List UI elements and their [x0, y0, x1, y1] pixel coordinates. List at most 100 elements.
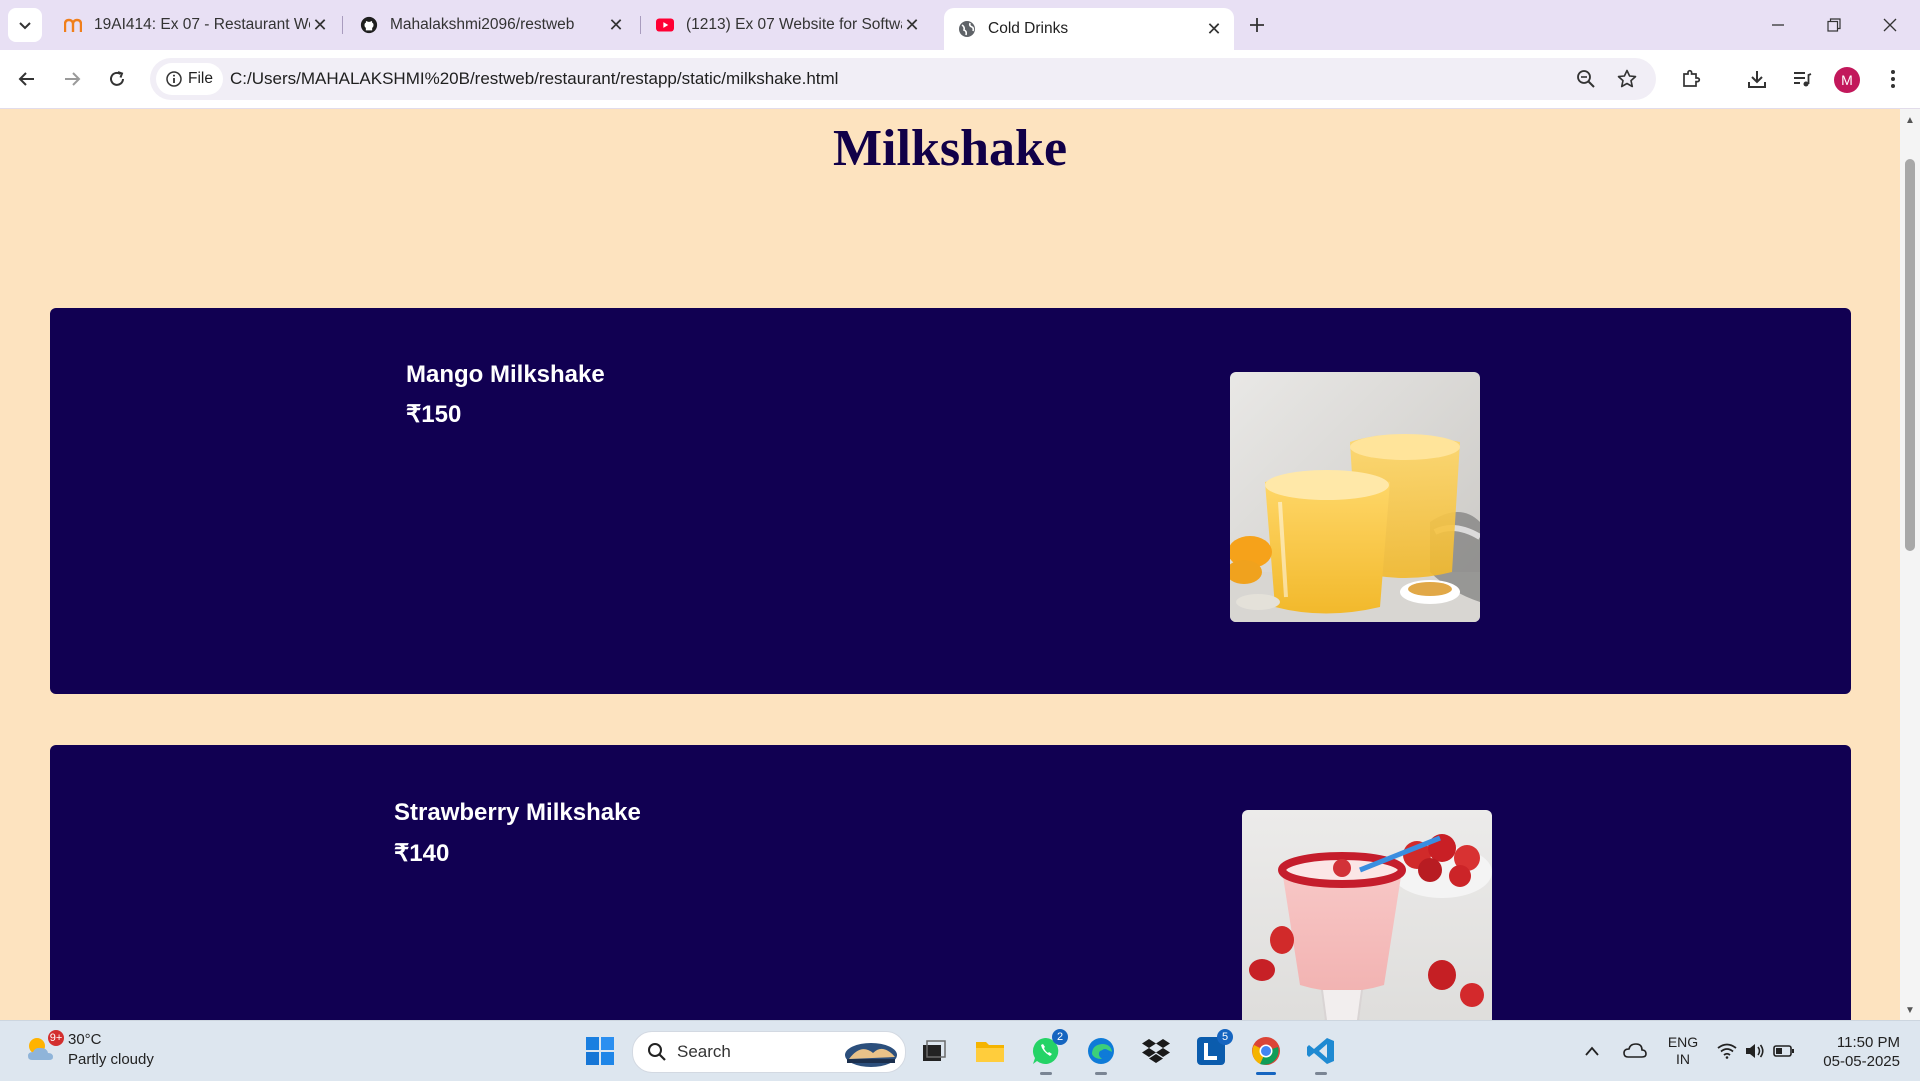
- info-icon: [166, 71, 182, 87]
- task-view-icon: [923, 1040, 946, 1061]
- forward-button[interactable]: [54, 61, 90, 97]
- running-indicator: [1315, 1072, 1327, 1075]
- chevron-up-icon: [1585, 1046, 1599, 1056]
- wifi-icon: [1717, 1043, 1737, 1059]
- url-text[interactable]: C:/Users/MAHALAKSHMI%20B/restweb/restaur…: [230, 69, 838, 89]
- github-icon: [360, 16, 378, 34]
- close-icon[interactable]: ✕: [310, 15, 330, 35]
- puzzle-icon: [1683, 69, 1701, 87]
- scroll-down-icon[interactable]: ▼: [1904, 1005, 1916, 1016]
- edge-icon: [1088, 1038, 1114, 1064]
- restore-icon: [1827, 18, 1841, 32]
- plus-icon: [1250, 18, 1264, 32]
- reload-icon: [110, 71, 124, 86]
- address-bar[interactable]: File C:/Users/MAHALAKSHMI%20B/restweb/re…: [150, 58, 1656, 100]
- item-name: Mango Milkshake: [406, 361, 605, 388]
- taskbar-clock[interactable]: 11:50 PM 05-05-2025: [1810, 1033, 1900, 1071]
- arrow-left-icon: [18, 72, 34, 86]
- close-window-button[interactable]: [1862, 0, 1918, 50]
- chip-label: File: [188, 70, 213, 87]
- downloads-button[interactable]: [1739, 61, 1775, 97]
- youtube-icon: [656, 16, 674, 34]
- l-app-button[interactable]: 5: [1191, 1029, 1233, 1071]
- vscode-icon: [1307, 1038, 1334, 1064]
- web-page: Milkshake Mango Milkshake ₹150 Strawberr…: [0, 109, 1900, 1020]
- minimize-icon: [1772, 24, 1784, 26]
- reload-button[interactable]: [99, 61, 135, 97]
- tab-search-button[interactable]: [8, 8, 42, 42]
- tab-title: Cold Drinks: [988, 20, 1069, 37]
- restore-button[interactable]: [1806, 0, 1862, 50]
- windows-taskbar: 9+ 30°C Partly cloudy Search 2 5 ENG IN …: [0, 1020, 1920, 1081]
- zoom-icon[interactable]: [1572, 65, 1600, 93]
- vertical-scrollbar[interactable]: ▲ ▼: [1900, 109, 1920, 1020]
- tab-title: 19AI414: Ex 07 - Restaurant We: [94, 16, 310, 33]
- windows-logo-icon: [586, 1037, 614, 1065]
- file-explorer-button[interactable]: [970, 1031, 1010, 1071]
- task-view-button[interactable]: [914, 1031, 954, 1071]
- extensions-button[interactable]: [1673, 61, 1709, 97]
- more-vertical-icon: [1891, 70, 1895, 88]
- profile-avatar[interactable]: M: [1834, 67, 1860, 93]
- chrome-button[interactable]: [1246, 1031, 1286, 1075]
- scrollbar-thumb[interactable]: [1905, 159, 1915, 551]
- clock-time: 11:50 PM: [1836, 1034, 1900, 1051]
- weather-condition: Partly cloudy: [68, 1051, 154, 1068]
- dropbox-button[interactable]: [1136, 1031, 1176, 1071]
- weather-temp: 30°C: [68, 1031, 102, 1048]
- globe-icon: [958, 20, 976, 38]
- close-icon[interactable]: ✕: [1204, 19, 1224, 39]
- lang-bottom: IN: [1676, 1051, 1690, 1067]
- download-icon: [1748, 71, 1766, 88]
- start-button[interactable]: [580, 1031, 620, 1071]
- whatsapp-badge: 2: [1052, 1029, 1068, 1045]
- close-icon[interactable]: ✕: [902, 15, 922, 35]
- minimize-button[interactable]: [1750, 0, 1806, 50]
- tab-github[interactable]: Mahalakshmi2096/restweb ✕: [346, 8, 636, 42]
- search-label: Search: [677, 1042, 731, 1061]
- tab-title: Mahalakshmi2096/restweb: [390, 16, 575, 33]
- close-icon[interactable]: ✕: [606, 15, 626, 35]
- tab-divider: [342, 16, 343, 34]
- site-info-chip[interactable]: File: [156, 63, 223, 95]
- bookmark-star-icon[interactable]: [1613, 65, 1641, 93]
- volume-icon: [1746, 1044, 1764, 1058]
- taskbar-search[interactable]: Search: [632, 1031, 906, 1073]
- item-price: ₹140: [394, 840, 450, 867]
- search-highlight-icon: [845, 1043, 897, 1067]
- onedrive-tray[interactable]: [1620, 1021, 1650, 1081]
- browser-menu-button[interactable]: [1875, 61, 1911, 97]
- cloud-sync-icon: [1623, 1043, 1647, 1058]
- weather-widget[interactable]: 9+ 30°C Partly cloudy: [24, 1030, 154, 1070]
- close-icon: [1883, 18, 1897, 32]
- arrow-right-icon: [65, 72, 81, 86]
- l-app-badge: 5: [1217, 1029, 1233, 1045]
- folder-icon: [976, 1042, 1004, 1062]
- edge-button[interactable]: [1081, 1031, 1121, 1075]
- show-hidden-icons[interactable]: [1580, 1021, 1604, 1081]
- whatsapp-button[interactable]: 2: [1026, 1029, 1068, 1075]
- running-indicator: [1095, 1072, 1107, 1075]
- scroll-up-icon[interactable]: ▲: [1904, 115, 1916, 126]
- chrome-icon: [1252, 1037, 1280, 1065]
- menu-card-strawberry: Strawberry Milkshake ₹140: [50, 745, 1851, 1020]
- new-tab-button[interactable]: [1242, 10, 1272, 40]
- vscode-button[interactable]: [1301, 1031, 1341, 1075]
- battery-icon: [1773, 1045, 1794, 1057]
- menu-card-mango: Mango Milkshake ₹150: [50, 308, 1851, 694]
- mango-milkshake-image: [1230, 372, 1480, 622]
- media-control-button[interactable]: [1784, 61, 1820, 97]
- weather-icon: 9+: [24, 1030, 64, 1066]
- item-name: Strawberry Milkshake: [394, 799, 641, 826]
- search-icon: [648, 1043, 666, 1061]
- moodle-icon: [64, 16, 82, 34]
- lang-top: ENG: [1667, 1034, 1699, 1050]
- tab-cold-drinks[interactable]: Cold Drinks ✕: [944, 8, 1234, 50]
- language-indicator[interactable]: ENG IN: [1660, 1021, 1706, 1081]
- tab-moodle[interactable]: 19AI414: Ex 07 - Restaurant We ✕: [50, 8, 340, 42]
- page-title: Milkshake: [832, 120, 1068, 177]
- system-tray-status[interactable]: [1714, 1021, 1798, 1081]
- tab-youtube[interactable]: (1213) Ex 07 Website for Softwa ✕: [642, 8, 932, 42]
- running-indicator: [1256, 1072, 1276, 1075]
- back-button[interactable]: [9, 61, 45, 97]
